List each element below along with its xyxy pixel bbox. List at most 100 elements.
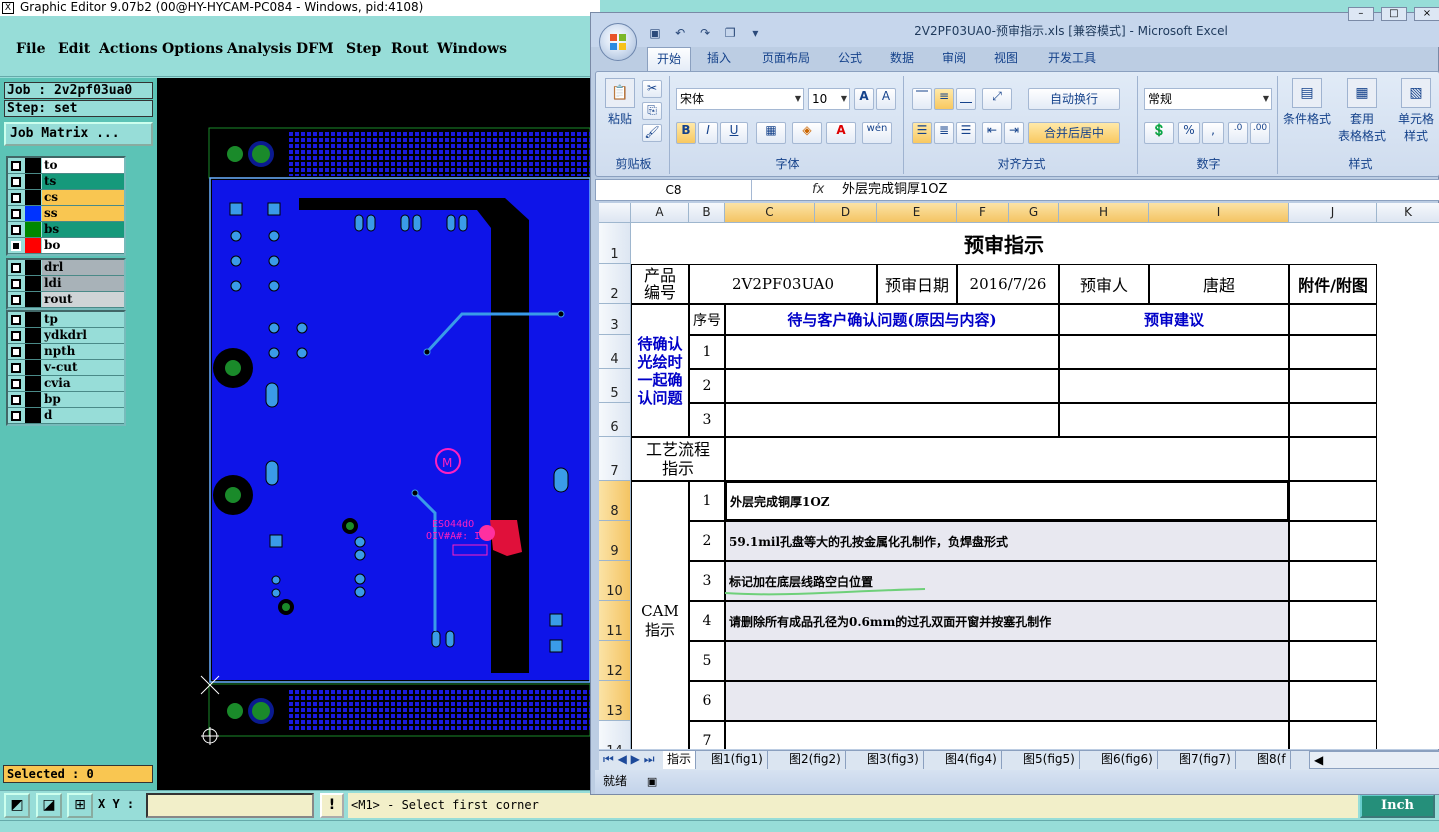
process-cell[interactable] <box>725 437 1289 481</box>
layer-checkbox[interactable] <box>11 225 21 235</box>
attachment-cell[interactable] <box>1289 641 1377 681</box>
col-header[interactable]: C <box>725 203 815 223</box>
qat-dropdown-icon[interactable]: ▾ <box>747 26 763 42</box>
layer-checkbox[interactable] <box>11 347 21 357</box>
suggestion-cell[interactable] <box>1059 335 1289 369</box>
cam-item[interactable]: 请删除所有成品孔径为0.6mm的过孔双面开窗并按塞孔制作 <box>725 601 1289 641</box>
align-center-icon[interactable]: ≣ <box>934 122 954 144</box>
product-no-value[interactable]: 2V2PF03UA0 <box>689 264 877 304</box>
row-header[interactable]: 10 <box>599 561 631 601</box>
align-middle-icon[interactable]: ≡ <box>934 88 954 110</box>
cam-item[interactable] <box>725 681 1289 721</box>
attachment-cell[interactable] <box>1289 561 1377 601</box>
italic-button[interactable]: I <box>698 122 718 144</box>
redo-icon[interactable]: ↷ <box>697 26 713 42</box>
sheet-tab[interactable]: 指示 <box>663 751 697 769</box>
maximize-icon[interactable]: □ <box>1380 7 1407 21</box>
attachment-cell[interactable] <box>1289 403 1377 437</box>
layer-checkbox[interactable] <box>11 395 21 405</box>
cam-item[interactable] <box>725 721 1289 749</box>
warning-button[interactable]: ! <box>320 793 344 818</box>
cam-seq[interactable]: 4 <box>689 601 725 641</box>
cam-seq[interactable]: 7 <box>689 721 725 749</box>
layer-row[interactable]: bp <box>8 392 124 408</box>
menu-file[interactable]: File <box>16 41 45 57</box>
formula-input[interactable]: 外层完成铜厚1OZ <box>842 180 947 200</box>
cam-seq[interactable]: 5 <box>689 641 725 681</box>
decrease-indent-icon[interactable]: ⇤ <box>982 122 1002 144</box>
review-date-value[interactable]: 2016/7/26 <box>957 264 1059 304</box>
row-header[interactable]: 2 <box>599 264 631 304</box>
menu-analysis[interactable]: Analysis <box>227 41 292 57</box>
row-header[interactable]: 11 <box>599 601 631 641</box>
align-right-icon[interactable]: ☰ <box>956 122 976 144</box>
row-header[interactable]: 9 <box>599 521 631 561</box>
underline-button[interactable]: U <box>720 122 748 144</box>
sheet-nav-icon[interactable]: ⏮ ◀ ▶ ⏭ <box>599 751 659 769</box>
layer-row[interactable]: bo <box>8 238 124 254</box>
decrease-decimal-icon[interactable]: .00 <box>1250 122 1270 144</box>
cam-item[interactable] <box>725 641 1289 681</box>
wrap-text-button[interactable]: 自动换行 <box>1028 88 1120 110</box>
merge-center-button[interactable]: 合并后居中 <box>1028 122 1120 144</box>
unit-button[interactable]: Inch <box>1360 794 1435 818</box>
sheet-tab[interactable]: 图1(fig1) <box>707 751 768 769</box>
number-format-select[interactable]: 常规 ▼ <box>1144 88 1272 110</box>
sheet-tab[interactable]: 图4(fig4) <box>941 751 1002 769</box>
menu-rout[interactable]: Rout <box>391 41 429 57</box>
zoom-tool-button[interactable]: ◩ <box>4 793 30 818</box>
seq-cell[interactable]: 1 <box>689 335 725 369</box>
font-name-select[interactable]: 宋体 ▼ <box>676 88 804 110</box>
layer-checkbox[interactable] <box>11 193 21 203</box>
tab-page-layout[interactable]: 页面布局 <box>751 47 821 71</box>
row-header[interactable]: 4 <box>599 335 631 369</box>
menu-actions[interactable]: Actions <box>99 41 158 57</box>
cam-seq[interactable]: 2 <box>689 521 725 561</box>
attachment-cell[interactable] <box>1289 601 1377 641</box>
increase-decimal-icon[interactable]: .0 <box>1228 122 1248 144</box>
menu-windows[interactable]: Windows <box>437 41 507 57</box>
pending-issues-label[interactable]: 待确认 光绘时 一起确 认问题 <box>631 304 689 437</box>
issue-cell[interactable] <box>725 335 1059 369</box>
layer-row[interactable]: bs <box>8 222 124 238</box>
seq-cell[interactable]: 2 <box>689 369 725 403</box>
cam-item[interactable]: 59.1mil孔盘等大的孔按金属化孔制作，负焊盘形式 <box>725 521 1289 561</box>
layer-row[interactable]: d <box>8 408 124 424</box>
sheet-tab[interactable]: 图3(fig3) <box>863 751 924 769</box>
row-header[interactable]: 1 <box>599 223 631 264</box>
sheet-tab[interactable]: 图5(fig5) <box>1019 751 1080 769</box>
attachment-cell[interactable] <box>1289 681 1377 721</box>
format-painter-icon[interactable]: 🖌 <box>642 124 662 142</box>
align-top-icon[interactable]: ⎺ <box>912 88 932 110</box>
bold-button[interactable]: B <box>676 122 696 144</box>
attachment-cell[interactable] <box>1289 304 1377 335</box>
sheet-tab[interactable]: 图2(fig2) <box>785 751 846 769</box>
percent-button[interactable]: % <box>1178 122 1200 144</box>
col-header[interactable]: G <box>1009 203 1059 223</box>
xy-input[interactable] <box>146 793 314 818</box>
layer-row[interactable]: ydkdrl <box>8 328 124 344</box>
menu-options[interactable]: Options <box>162 41 223 57</box>
col-header[interactable]: D <box>815 203 877 223</box>
cam-seq[interactable]: 3 <box>689 561 725 601</box>
office-button[interactable] <box>599 23 637 61</box>
row-header[interactable]: 5 <box>599 369 631 403</box>
shrink-font-icon[interactable]: A <box>876 88 896 110</box>
col-header[interactable]: E <box>877 203 957 223</box>
cam-instructions-label[interactable]: CAM 指示 <box>631 481 689 749</box>
tab-view[interactable]: 视图 <box>983 47 1029 71</box>
paste-button[interactable]: 📋 粘贴 <box>602 76 638 127</box>
layer-checkbox[interactable] <box>11 331 21 341</box>
seq-label[interactable]: 序号 <box>689 304 725 335</box>
attachment-cell[interactable] <box>1289 335 1377 369</box>
suggestion-header[interactable]: 预审建议 <box>1059 304 1289 335</box>
comma-button[interactable]: , <box>1202 122 1224 144</box>
row-header[interactable]: 3 <box>599 304 631 335</box>
layer-row[interactable]: npth <box>8 344 124 360</box>
layer-row[interactable]: tp <box>8 312 124 328</box>
layer-checkbox[interactable] <box>11 279 21 289</box>
tab-review[interactable]: 审阅 <box>931 47 977 71</box>
attachment-label[interactable]: 附件/附图 <box>1289 264 1377 304</box>
attachment-cell[interactable] <box>1289 481 1377 521</box>
menu-edit[interactable]: Edit <box>58 41 90 57</box>
